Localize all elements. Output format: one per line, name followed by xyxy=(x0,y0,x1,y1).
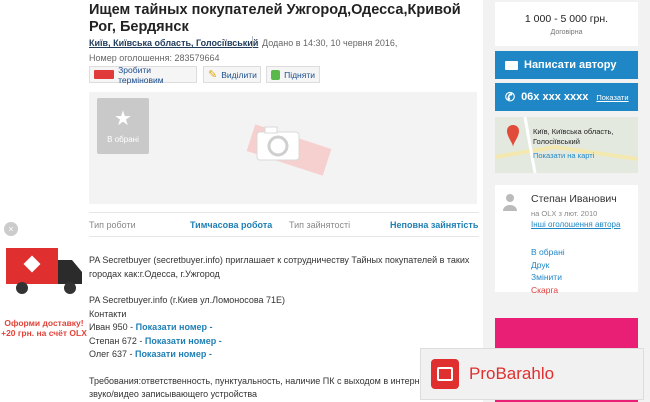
write-author-label: Написати автору xyxy=(524,59,617,71)
action-report[interactable]: Скарга xyxy=(531,284,565,297)
divider xyxy=(89,236,479,237)
other-ads-link[interactable]: Інші оголошення автора xyxy=(531,220,620,229)
raise-label: Підняти xyxy=(284,69,315,80)
description-address: PA Secretbuyer.info (г.Киев ул.Ломоносов… xyxy=(89,295,286,305)
highlight-button[interactable]: ✎ Виділити xyxy=(203,66,261,83)
close-icon[interactable]: × xyxy=(4,222,18,236)
employment-label: Тип зайнятості xyxy=(289,220,351,230)
contact-row: Степан 672 - Показати номер - xyxy=(89,335,479,349)
raise-icon xyxy=(271,69,281,80)
user-avatar-icon xyxy=(503,193,517,211)
write-author-button[interactable]: Написати автору xyxy=(495,51,638,79)
author-card: Степан Иванович на OLX з лют. 2010 Інші … xyxy=(495,185,638,295)
contact-row: Иван 950 - Показати номер - xyxy=(89,321,479,335)
highlight-label: Виділити xyxy=(221,69,257,80)
pencil-icon: ✎ xyxy=(208,69,218,81)
job-type-label: Тип роботи xyxy=(89,220,136,230)
contact-name: Иван 950 - xyxy=(89,322,134,332)
phone-icon: ✆ xyxy=(505,90,516,104)
action-favorites[interactable]: В обрані xyxy=(531,246,565,259)
author-since: на OLX з лют. 2010 xyxy=(531,209,598,218)
phone-masked: 06x xxx xxxx xyxy=(521,91,589,103)
probarahlo-watermark: ProBarahlo xyxy=(420,348,644,400)
description-paragraph: PA Secretbuyer (secretbuyer.info) пригла… xyxy=(89,255,470,279)
probarahlo-logo-icon xyxy=(431,359,459,389)
map-address: Київ, Київська область, Голосіївський xyxy=(533,127,614,146)
phone-button[interactable]: ✆ 06x xxx xxxx Показати xyxy=(495,83,638,111)
contact-name: Степан 672 - xyxy=(89,335,143,346)
star-icon: ★ xyxy=(114,107,132,130)
show-number-link[interactable]: Показати номер - xyxy=(145,336,222,346)
make-urgent-button[interactable]: Зробити терміновим xyxy=(89,64,197,85)
probarahlo-brand: ProBarahlo xyxy=(469,364,555,383)
urgent-icon xyxy=(94,70,115,79)
author-name: Степан Иванович xyxy=(531,193,617,205)
show-number-link[interactable]: Показати номер - xyxy=(136,322,213,332)
raise-button[interactable]: Підняти xyxy=(266,66,320,83)
favorites-label: В обрані xyxy=(107,134,139,144)
ad-title: Ищем тайных покупателей Ужгород,Одесса,К… xyxy=(89,2,461,35)
map-pin-icon xyxy=(507,125,519,147)
added-date: Додано в 14:30, 10 червня 2016, xyxy=(262,38,398,48)
show-number-link[interactable]: Показати номер - xyxy=(135,349,212,359)
action-edit[interactable]: Змінити xyxy=(531,271,565,284)
job-type-value[interactable]: Тимчасова робота xyxy=(190,220,272,230)
price-note: Договірна xyxy=(550,29,583,36)
make-urgent-label: Зробити терміновим xyxy=(118,64,164,85)
add-to-favorites-button[interactable]: ★ В обрані xyxy=(97,98,149,154)
action-print[interactable]: Друк xyxy=(531,259,565,272)
olx-ad-line2: +20 грн. на счёт OLX xyxy=(1,328,87,338)
envelope-icon xyxy=(505,60,518,70)
price-box: 1 000 - 5 000 грн. Договірна xyxy=(495,2,638,46)
delivery-truck-icon xyxy=(6,248,82,294)
show-on-map-link[interactable]: Показати на карті xyxy=(533,151,594,160)
show-phone-link[interactable]: Показати xyxy=(596,93,628,102)
contact-name: Олег 637 - xyxy=(89,349,133,359)
price-value: 1 000 - 5 000 грн. xyxy=(524,13,609,25)
olx-delivery-ad[interactable]: × Оформи доставку! +20 грн. на счёт OLX xyxy=(0,222,88,340)
location-link[interactable]: Київ, Київська область, Голосіївський xyxy=(89,38,258,48)
ad-number: Номер оголошення: 283579664 xyxy=(89,53,220,63)
divider xyxy=(89,212,479,213)
employment-value[interactable]: Неповна зайнятість xyxy=(390,220,478,230)
contacts-heading: Контакти xyxy=(89,308,127,319)
olx-ad-line1: Оформи доставку! xyxy=(4,318,84,328)
divider xyxy=(252,36,253,48)
mini-map[interactable]: Київ, Київська область, Голосіївський По… xyxy=(495,117,638,173)
